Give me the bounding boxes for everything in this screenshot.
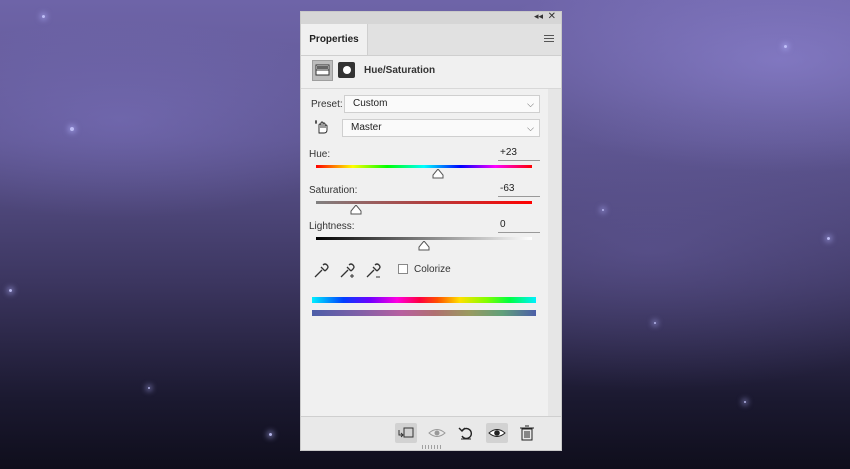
saturation-slider-track[interactable] xyxy=(316,201,532,204)
panel-footer xyxy=(301,416,561,450)
star xyxy=(602,209,604,211)
channel-select[interactable]: Master ⌵ xyxy=(342,119,540,137)
close-icon[interactable]: ✕ xyxy=(548,11,556,22)
trash-icon[interactable] xyxy=(516,423,538,443)
tab-properties[interactable]: Properties xyxy=(301,24,368,55)
star xyxy=(744,401,746,403)
channel-value: Master xyxy=(351,122,382,133)
saturation-slider-thumb[interactable] xyxy=(350,205,362,215)
star xyxy=(9,289,12,292)
lightness-label: Lightness: xyxy=(309,221,355,232)
reset-icon[interactable] xyxy=(455,423,477,443)
star xyxy=(269,433,272,436)
eyedropper-add-icon[interactable] xyxy=(338,262,356,280)
adjustment-title: Hue/Saturation xyxy=(364,65,436,76)
panel-tabbar: Properties xyxy=(301,24,561,56)
star xyxy=(42,15,45,18)
chevron-down-icon: ⌵ xyxy=(527,99,534,109)
output-hue-bar xyxy=(312,310,536,316)
targeted-adjustment-hand-icon[interactable] xyxy=(314,119,330,135)
preset-select[interactable]: Custom ⌵ xyxy=(344,95,540,113)
eyedropper-icon[interactable] xyxy=(312,262,330,280)
eyedropper-subtract-icon[interactable] xyxy=(364,262,382,280)
hue-slider-thumb[interactable] xyxy=(432,169,444,179)
adjustment-header: Hue/Saturation xyxy=(301,56,561,86)
star xyxy=(784,45,787,48)
lightness-slider-track[interactable] xyxy=(316,237,532,240)
hue-value-field[interactable]: +23 xyxy=(498,147,540,161)
preset-value: Custom xyxy=(353,98,388,109)
clip-to-layer-icon[interactable] xyxy=(395,423,417,443)
colorize-label: Colorize xyxy=(414,264,451,275)
panel-menu-icon[interactable] xyxy=(544,35,554,43)
panel-titlebar: ◂◂ ✕ xyxy=(301,11,561,24)
hue-slider-track[interactable] xyxy=(316,165,532,168)
double-chevron-icon[interactable]: ◂◂ xyxy=(534,11,543,22)
preset-label: Preset: xyxy=(311,99,343,110)
chevron-down-icon: ⌵ xyxy=(527,123,534,133)
saturation-value-field[interactable]: -63 xyxy=(498,183,540,197)
colorize-checkbox[interactable] xyxy=(398,264,408,274)
hue-label: Hue: xyxy=(309,149,331,160)
view-previous-icon[interactable] xyxy=(426,423,448,443)
input-hue-bar xyxy=(312,297,536,303)
lightness-slider-thumb[interactable] xyxy=(418,241,430,251)
resize-grip[interactable] xyxy=(422,445,442,449)
properties-panel: ◂◂ ✕ Properties Hue/Saturation Preset: C… xyxy=(300,11,562,451)
adjustment-layer-icon[interactable] xyxy=(312,60,333,81)
saturation-label: Saturation: xyxy=(309,185,358,196)
star xyxy=(827,237,830,240)
layer-mask-icon[interactable] xyxy=(338,62,355,78)
star xyxy=(148,387,150,389)
divider xyxy=(301,88,561,89)
lightness-value-field[interactable]: 0 xyxy=(498,219,540,233)
star xyxy=(70,127,74,131)
star xyxy=(654,322,656,324)
scrollbar[interactable] xyxy=(548,89,561,417)
visibility-eye-icon[interactable] xyxy=(486,423,508,443)
